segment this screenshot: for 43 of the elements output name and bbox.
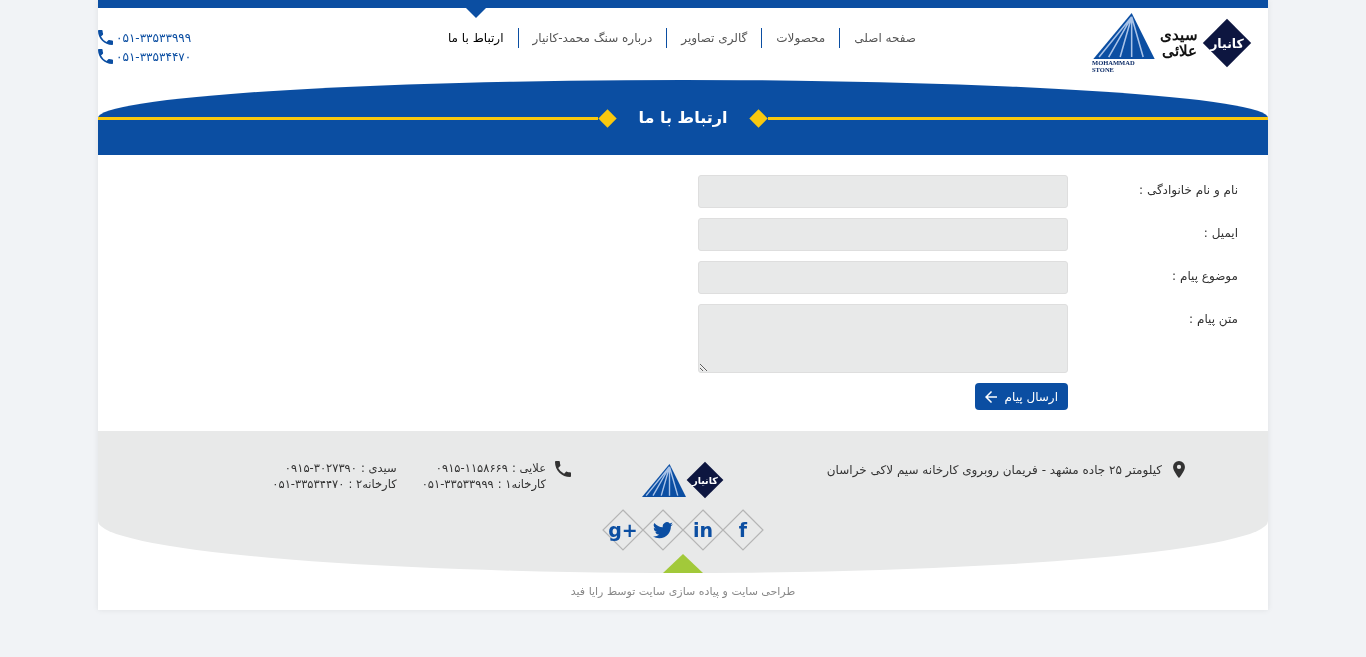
- field-label: موضوع پیام :: [1171, 268, 1238, 283]
- phone-icon: [98, 49, 113, 64]
- nav-link[interactable]: گالری تصاویر: [667, 8, 762, 45]
- logo-wordmark: کانیار: [1210, 36, 1244, 51]
- logo-wordmark: کانیار: [692, 474, 718, 486]
- page-title: ارتباط با ما: [637, 108, 729, 128]
- message-field[interactable]: [698, 304, 1068, 373]
- field-label: نام و نام خانوادگی :: [1138, 182, 1238, 197]
- logo-name: سیدی: [1160, 26, 1198, 43]
- phone-number: ۰۵۱-۳۳۵۳۴۴۷۰: [116, 49, 192, 64]
- field-label: متن پیام :: [1188, 311, 1238, 326]
- social-link[interactable]: [642, 509, 684, 551]
- social-link[interactable]: g+: [602, 509, 644, 551]
- phone-number: ۰۵۱-۳۳۵۳۳۹۹۹: [116, 30, 192, 45]
- logo-name: علائی: [1161, 43, 1197, 60]
- map-pin-icon: [1173, 461, 1185, 478]
- social-link[interactable]: f: [722, 509, 764, 551]
- pyramid-logo-icon: [1092, 13, 1156, 59]
- phone-icon: [555, 461, 571, 477]
- field-label: ایمیل :: [1202, 225, 1238, 240]
- input-field[interactable]: [698, 175, 1068, 208]
- contact-number: ۰۵۱-۳۳۵۳۴۴۷۰: [272, 477, 345, 491]
- social-link[interactable]: in: [682, 509, 724, 551]
- contact-number: ۰۹۱۵-۳۰۲۷۳۹۰: [284, 461, 357, 475]
- nav-link[interactable]: درباره سنگ محمد-کانیار: [518, 8, 667, 45]
- contact-number: ۰۵۱-۳۳۵۳۳۹۹۹: [421, 477, 494, 491]
- contact-label: کارخانه۱ :: [497, 477, 546, 491]
- contact-label: علایی :: [511, 461, 546, 475]
- address-text: کیلومتر ۲۵ جاده مشهد - فریمان روبروی کارخانه سیم لاکی خراسان: [826, 462, 1162, 477]
- pyramid-logo-icon: [642, 463, 686, 497]
- arrow-left-icon: [984, 390, 997, 403]
- nav-link[interactable]: ارتباط با ما: [433, 8, 518, 45]
- contact-number: ۰۹۱۵-۱۱۵۸۶۶۹: [435, 461, 508, 475]
- contact-label: کارخانه۲ :: [348, 477, 397, 491]
- bird-icon: [653, 521, 673, 539]
- input-field[interactable]: [698, 261, 1068, 294]
- nav-link[interactable]: صفحه اصلی: [840, 8, 930, 45]
- credit-text: طراحی سایت و پیاده سازی سایت توسط رایا فید: [569, 584, 797, 600]
- send-button[interactable]: ارسال پیام: [974, 383, 1068, 410]
- contact-label: سیدی :: [360, 461, 397, 475]
- input-field[interactable]: [698, 218, 1068, 251]
- phone-icon: [98, 30, 113, 45]
- nav-link[interactable]: محصولات: [762, 8, 840, 45]
